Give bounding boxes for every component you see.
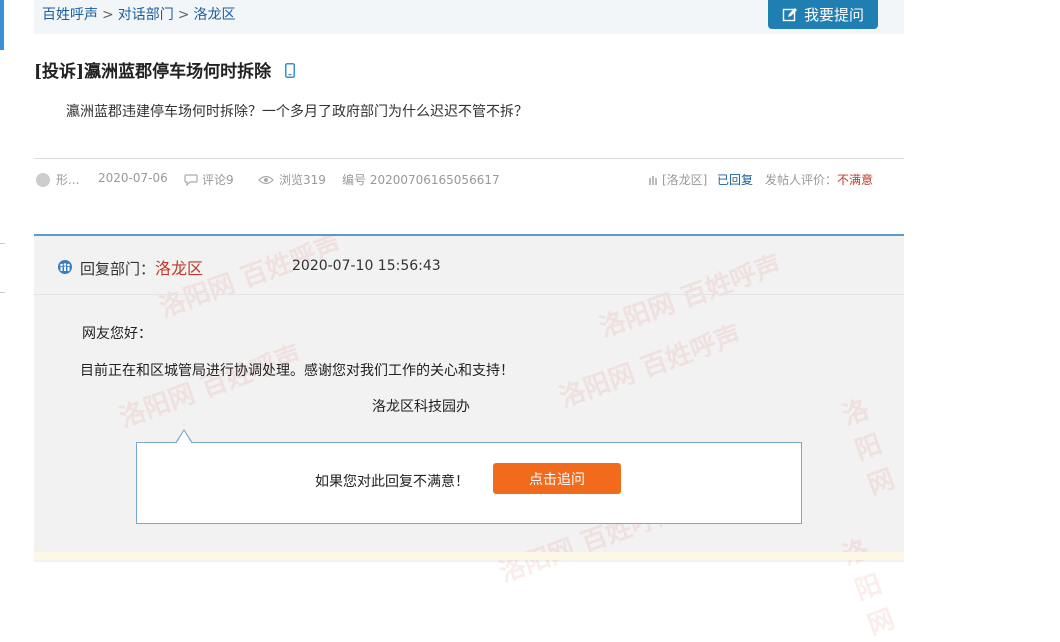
department-icon <box>56 259 74 278</box>
reply-time: 2020-07-10 15:56:43 <box>292 258 441 274</box>
reply-header: 回复部门：洛龙区 2020-07-10 15:56:43 <box>34 236 904 295</box>
reply-department: 回复部门：洛龙区 <box>80 255 203 279</box>
top-bar: 百姓呼声 > 对话部门 > 洛龙区 我要提问 <box>34 0 904 34</box>
mobile-icon <box>285 63 296 83</box>
breadcrumb-separator: > <box>102 7 114 23</box>
reply-content: 目前正在和区城管局进行协调处理。感谢您对我们工作的关心和支持！ <box>80 363 514 379</box>
comment-icon <box>184 173 198 186</box>
breadcrumb: 百姓呼声 > 对话部门 > 洛龙区 <box>42 4 235 24</box>
breadcrumb-section[interactable]: 对话部门 <box>118 7 174 23</box>
post-meta: 形... 2020-07-06 评论9 浏览319 编号 20200706165… <box>34 171 904 189</box>
comment-count[interactable]: 评论9 <box>184 171 234 188</box>
edit-icon <box>782 7 797 21</box>
followup-button[interactable]: 点击追问 <box>493 463 621 494</box>
watermark: 洛阳网 百姓呼声 <box>555 320 746 414</box>
post-title: [投诉]瀛洲蓝郡停车场何时拆除 <box>34 57 296 83</box>
ask-question-button[interactable]: 我要提问 <box>768 0 878 29</box>
rating: 发帖人评价： 不满意 <box>765 171 873 188</box>
view-count-text: 浏览319 <box>279 173 326 187</box>
followup-prompt: 如果您对此回复不满意！ <box>315 474 469 490</box>
district-text: [洛龙区] <box>662 173 708 187</box>
post-title-text: [投诉]瀛洲蓝郡停车场何时拆除 <box>34 62 272 82</box>
reply-signature: 洛龙区科技园办 <box>372 399 470 415</box>
post-number: 编号 20200706165056617 <box>342 173 500 187</box>
post-body: 瀛洲蓝郡违建停车场何时拆除？一个多月了政府部门为什么迟迟不管不拆？ <box>66 104 528 120</box>
bottom-strip <box>34 552 904 560</box>
reply-greeting: 网友您好： <box>82 326 152 342</box>
breadcrumb-separator: > <box>177 7 190 23</box>
view-count: 浏览319 <box>258 171 326 188</box>
followup-box: 如果您对此回复不满意！ 点击追问 <box>136 429 802 524</box>
ask-question-label: 我要提问 <box>803 6 864 24</box>
reply-department-name[interactable]: 洛龙区 <box>155 259 203 278</box>
comment-count-text: 评论9 <box>202 173 234 187</box>
author[interactable]: 形... <box>36 171 79 188</box>
watermark: 洛阳网 <box>838 394 899 502</box>
watermark: 洛阳网 百姓呼声 <box>115 340 306 434</box>
left-divider <box>0 243 5 244</box>
reply-department-label: 回复部门： <box>80 260 156 278</box>
user-icon <box>36 172 50 187</box>
watermark: 洛阳网 <box>839 535 899 642</box>
eye-icon <box>258 175 274 184</box>
left-divider <box>0 292 5 293</box>
rating-value: 不满意 <box>837 173 874 187</box>
breadcrumb-root[interactable]: 百姓呼声 <box>42 7 98 23</box>
meta-divider <box>34 158 904 159</box>
rating-label: 发帖人评价： <box>765 173 838 187</box>
author-name: 形... <box>56 173 80 187</box>
callout-arrow <box>176 431 192 444</box>
district-tag[interactable]: [洛龙区] <box>648 171 707 188</box>
reply-status: 已回复 <box>717 173 754 187</box>
reply-panel: 洛阳网 百姓呼声 洛阳网 百姓呼声 洛阳网 百姓呼声 洛阳网 百姓呼声 洛阳网 … <box>34 230 904 641</box>
district-icon <box>649 175 657 185</box>
left-accent-bar <box>0 0 4 50</box>
post-date: 2020-07-06 <box>98 171 168 185</box>
breadcrumb-current[interactable]: 洛龙区 <box>193 7 235 23</box>
